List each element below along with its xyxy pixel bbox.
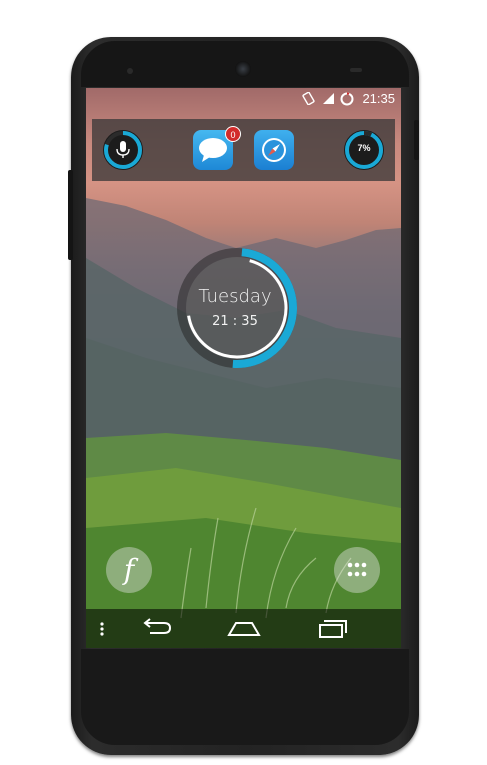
recents-button[interactable] [312, 615, 352, 643]
facebook-button[interactable]: f [106, 547, 152, 593]
battery-icon [340, 92, 354, 106]
home-icon [227, 622, 261, 636]
sensor-right [350, 68, 362, 72]
navigation-bar [86, 609, 401, 648]
recents-icon [319, 620, 347, 638]
status-time: 21:35 [362, 91, 395, 106]
voice-search-button[interactable] [103, 130, 143, 170]
app-drawer-button[interactable] [334, 547, 380, 593]
back-button[interactable] [138, 615, 178, 643]
home-screen: 21:35 0 7% Tuesday 21: 35 f [86, 88, 401, 648]
phone-bottom-bezel [81, 649, 409, 745]
signal-icon [323, 93, 334, 104]
screen-rotation-icon [302, 92, 315, 105]
volume-button [68, 170, 73, 260]
clock-widget[interactable]: Tuesday 21 : 35 [177, 241, 311, 375]
messages-app-button[interactable]: 0 [193, 126, 241, 170]
clock-day: Tuesday [198, 286, 272, 307]
microphone-icon [116, 141, 130, 158]
menu-button[interactable] [92, 615, 112, 643]
power-button [414, 120, 419, 160]
battery-widget[interactable]: 7% [344, 130, 384, 170]
menu-icon [100, 622, 104, 636]
battery-percent-label: 7% [357, 143, 371, 153]
clock-progress-ring [177, 248, 297, 368]
facebook-f-icon: f [123, 553, 135, 586]
front-camera [235, 61, 251, 77]
sensor-left [127, 68, 133, 74]
clock-time: 21 : 35 [212, 314, 258, 329]
compass-icon [262, 138, 286, 162]
home-button[interactable] [224, 615, 264, 643]
status-bar: 21:35 [86, 88, 401, 110]
shortcut-dock: 0 7% [92, 119, 395, 181]
back-icon [143, 618, 172, 634]
chat-bubble-icon [199, 138, 227, 162]
messages-badge: 0 [225, 126, 241, 142]
browser-app-button[interactable] [254, 130, 294, 170]
app-drawer-icon [347, 562, 367, 577]
